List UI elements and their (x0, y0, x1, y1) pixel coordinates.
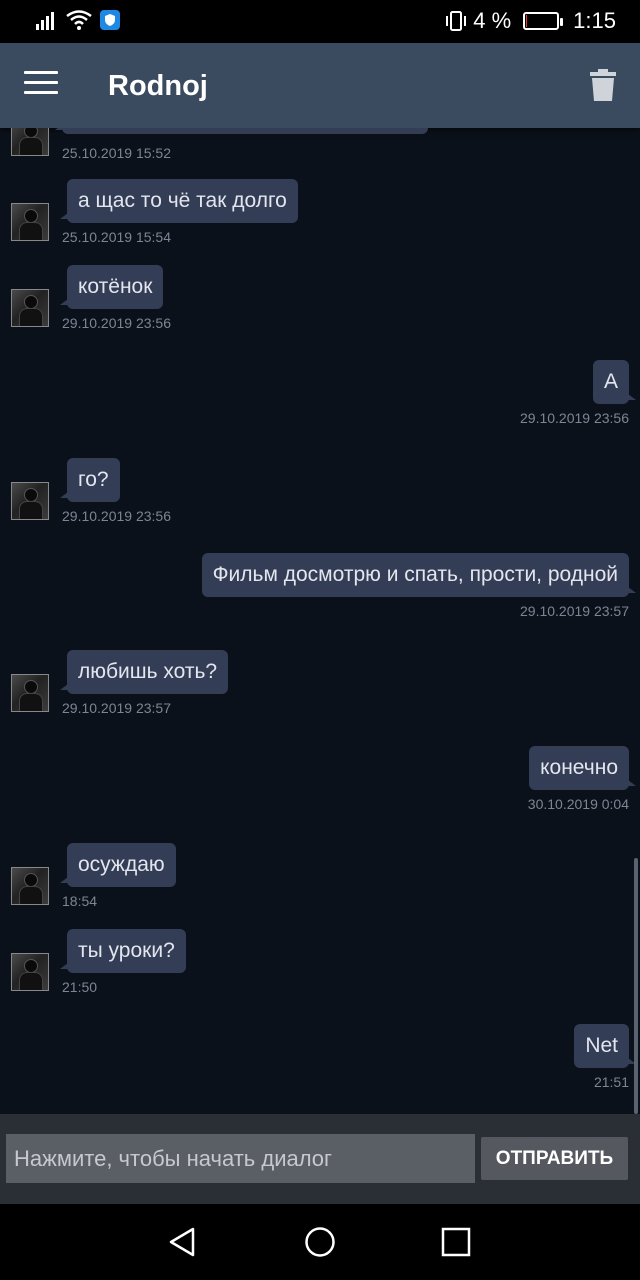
message-time: 29.10.2019 23:56 (62, 315, 171, 331)
status-bar: 4 % 1:15 (0, 0, 640, 43)
home-circle-icon[interactable] (304, 1226, 336, 1258)
message-incoming: котёнок 29.10.2019 23:56 (59, 265, 171, 331)
message-incoming: любишь хоть? 29.10.2019 23:57 (59, 650, 229, 716)
message-outgoing: Фильм досмотрю и спать, прости, родной 2… (201, 553, 637, 619)
message-time: 21:50 (62, 979, 98, 995)
message-bubble[interactable]: го? (60, 458, 120, 502)
message-time: 29.10.2019 23:56 (520, 410, 629, 426)
avatar[interactable] (11, 128, 49, 156)
app-bar: Rodnoj (0, 43, 640, 128)
hamburger-menu-icon[interactable] (24, 71, 58, 99)
system-nav-bar (0, 1204, 640, 1280)
status-icons-left (36, 10, 120, 30)
message-bubble[interactable]: котёнок (59, 265, 164, 309)
message-outgoing: конечно 30.10.2019 0:04 (527, 746, 636, 812)
wifi-icon (66, 10, 92, 30)
message-incoming: 25.10.2019 15:52 (55, 128, 428, 161)
message-bubble[interactable]: Net (574, 1024, 636, 1068)
vpn-shield-icon (100, 10, 120, 30)
avatar[interactable] (11, 482, 49, 520)
battery-icon (523, 12, 564, 30)
message-bubble[interactable]: а щас то чё так долго (60, 179, 298, 223)
vibrate-icon (446, 11, 467, 31)
message-time: 25.10.2019 15:54 (62, 229, 171, 245)
avatar[interactable] (11, 674, 49, 712)
battery-fill (526, 15, 528, 27)
message-bubble[interactable]: А (592, 360, 637, 404)
message-time: 29.10.2019 23:56 (62, 508, 171, 524)
status-icons-right: 4 % 1:15 (445, 8, 616, 34)
message-time: 29.10.2019 23:57 (62, 700, 171, 716)
avatar[interactable] (11, 289, 49, 327)
recents-square-icon[interactable] (440, 1226, 472, 1258)
message-bubble[interactable]: ты уроки? (60, 929, 186, 973)
status-time: 1:15 (573, 8, 616, 33)
message-time: 25.10.2019 15:52 (62, 145, 171, 161)
message-time: 18:54 (62, 893, 98, 909)
message-bubble[interactable]: конечно (529, 746, 636, 790)
message-time: 21:51 (593, 1074, 629, 1090)
battery-percent: 4 % (473, 8, 512, 33)
message-incoming: осуждаю 18:54 (60, 843, 176, 909)
message-incoming: го? 29.10.2019 23:56 (60, 458, 171, 524)
message-incoming: ты уроки? 21:50 (60, 929, 186, 995)
message-list[interactable]: 25.10.2019 15:52 а щас то чё так долго 2… (0, 128, 640, 1114)
avatar[interactable] (11, 867, 49, 905)
trash-icon[interactable] (590, 69, 616, 101)
conversation-title: Rodnoj (108, 70, 208, 102)
message-bubble[interactable] (55, 128, 428, 134)
message-incoming: а щас то чё так долго 25.10.2019 15:54 (60, 179, 298, 245)
send-button[interactable]: ОТПРАВИТЬ (481, 1137, 628, 1180)
avatar[interactable] (11, 953, 49, 991)
message-bubble[interactable]: любишь хоть? (59, 650, 229, 694)
message-outgoing: Net 21:51 (574, 1024, 636, 1090)
message-time: 29.10.2019 23:57 (520, 603, 629, 619)
composer-bar: ОТПРАВИТЬ (0, 1114, 640, 1204)
scrollbar[interactable] (634, 858, 638, 1114)
message-outgoing: А 29.10.2019 23:56 (520, 360, 637, 426)
message-input[interactable] (6, 1134, 475, 1183)
message-time: 30.10.2019 0:04 (527, 796, 629, 812)
message-bubble[interactable]: осуждаю (60, 843, 176, 887)
back-triangle-icon[interactable] (167, 1226, 199, 1258)
message-bubble[interactable]: Фильм досмотрю и спать, прости, родной (201, 553, 637, 597)
avatar[interactable] (11, 203, 49, 241)
signal-icon (36, 12, 54, 30)
